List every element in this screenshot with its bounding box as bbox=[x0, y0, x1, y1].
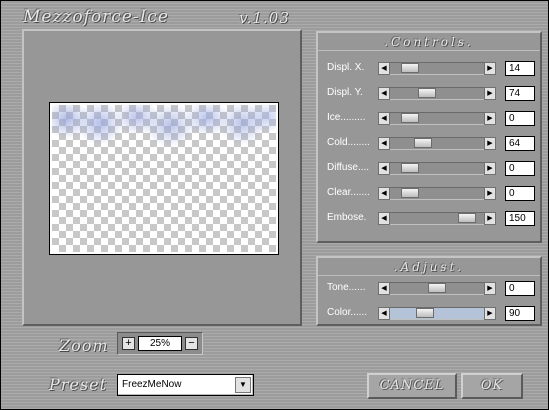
slider-label: Displ. Y. bbox=[327, 87, 363, 98]
triangle-right-icon[interactable]: ▶ bbox=[484, 307, 496, 320]
slider-thumb[interactable] bbox=[428, 283, 446, 293]
slider-track[interactable]: ◀ ▶ bbox=[378, 62, 496, 75]
preset-selected-value: FreezMeNow bbox=[122, 379, 182, 390]
slider-thumb[interactable] bbox=[457, 213, 476, 223]
slider-label: Embose. bbox=[327, 212, 367, 223]
slider-row: Cold........ ◀ ▶ 64 bbox=[318, 136, 540, 152]
triangle-left-icon[interactable]: ◀ bbox=[378, 112, 390, 125]
triangle-left-icon[interactable]: ◀ bbox=[378, 137, 390, 150]
slider-label: Displ. X. bbox=[327, 62, 365, 73]
slider-thumb[interactable] bbox=[401, 163, 420, 173]
triangle-right-icon[interactable]: ▶ bbox=[484, 212, 496, 225]
slider-row: Displ. Y. ◀ ▶ 74 bbox=[318, 86, 540, 102]
triangle-left-icon[interactable]: ◀ bbox=[378, 212, 390, 225]
triangle-right-icon[interactable]: ▶ bbox=[484, 62, 496, 75]
chevron-down-icon[interactable]: ▼ bbox=[235, 377, 251, 393]
slider-track[interactable]: ◀ ▶ bbox=[378, 307, 496, 320]
preview-panel bbox=[22, 29, 302, 326]
adjust-panel: .Adjust. Tone...... ◀ ▶ 0 Color...... ◀ ▶ 90 bbox=[316, 256, 542, 326]
slider-row: Ice......... ◀ ▶ 0 bbox=[318, 111, 540, 127]
ice-effect-preview bbox=[52, 105, 276, 151]
slider-track[interactable]: ◀ ▶ bbox=[378, 212, 496, 225]
triangle-right-icon[interactable]: ▶ bbox=[484, 87, 496, 100]
slider-label: Clear....... bbox=[327, 187, 370, 198]
slider-thumb[interactable] bbox=[418, 88, 437, 98]
slider-track[interactable]: ◀ ▶ bbox=[378, 282, 496, 295]
value-input[interactable]: 0 bbox=[505, 281, 535, 296]
zoom-control: + 25% − bbox=[117, 332, 203, 355]
slider-thumb[interactable] bbox=[401, 188, 420, 198]
window-title: Mezzoforce-Ice bbox=[23, 7, 169, 27]
zoom-value: 25% bbox=[138, 336, 182, 351]
value-input[interactable]: 14 bbox=[505, 61, 535, 76]
slider-track[interactable]: ◀ ▶ bbox=[378, 112, 496, 125]
value-input[interactable]: 0 bbox=[505, 111, 535, 126]
value-input[interactable]: 150 bbox=[505, 211, 535, 226]
value-input[interactable]: 0 bbox=[505, 186, 535, 201]
preview-image[interactable] bbox=[49, 102, 279, 255]
preset-dropdown[interactable]: FreezMeNow ▼ bbox=[117, 374, 254, 396]
slider-thumb[interactable] bbox=[414, 138, 433, 148]
slider-label: Ice......... bbox=[327, 112, 366, 123]
triangle-right-icon[interactable]: ▶ bbox=[484, 112, 496, 125]
cancel-button[interactable]: CANCEL bbox=[367, 373, 457, 399]
slider-label: Diffuse.... bbox=[327, 162, 370, 173]
slider-row: Diffuse.... ◀ ▶ 0 bbox=[318, 161, 540, 177]
slider-track[interactable]: ◀ ▶ bbox=[378, 187, 496, 200]
value-input[interactable]: 0 bbox=[505, 161, 535, 176]
zoom-out-button[interactable]: − bbox=[185, 337, 198, 350]
slider-track[interactable]: ◀ ▶ bbox=[378, 137, 496, 150]
slider-thumb[interactable] bbox=[415, 308, 434, 318]
slider-thumb[interactable] bbox=[400, 63, 419, 73]
adjust-header: .Adjust. bbox=[318, 260, 540, 276]
value-input[interactable]: 90 bbox=[505, 306, 535, 321]
triangle-left-icon[interactable]: ◀ bbox=[378, 282, 390, 295]
slider-row: Embose. ◀ ▶ 150 bbox=[318, 211, 540, 227]
triangle-right-icon[interactable]: ▶ bbox=[484, 137, 496, 150]
ok-button[interactable]: OK bbox=[461, 373, 523, 399]
slider-row: Clear....... ◀ ▶ 0 bbox=[318, 186, 540, 202]
plugin-window: Mezzoforce-Ice v.1.03 .Controls. Displ. … bbox=[0, 0, 549, 410]
slider-row: Color...... ◀ ▶ 90 bbox=[318, 306, 540, 322]
slider-track[interactable]: ◀ ▶ bbox=[378, 162, 496, 175]
triangle-left-icon[interactable]: ◀ bbox=[378, 187, 390, 200]
value-input[interactable]: 64 bbox=[505, 136, 535, 151]
slider-row: Displ. X. ◀ ▶ 14 bbox=[318, 61, 540, 77]
slider-row: Tone...... ◀ ▶ 0 bbox=[318, 281, 540, 297]
slider-thumb[interactable] bbox=[401, 113, 420, 123]
version-label: v.1.03 bbox=[239, 9, 290, 27]
triangle-left-icon[interactable]: ◀ bbox=[378, 307, 390, 320]
slider-track[interactable]: ◀ ▶ bbox=[378, 87, 496, 100]
triangle-left-icon[interactable]: ◀ bbox=[378, 162, 390, 175]
preset-label: Preset bbox=[49, 375, 107, 394]
controls-header: .Controls. bbox=[318, 35, 540, 51]
triangle-left-icon[interactable]: ◀ bbox=[378, 87, 390, 100]
slider-label: Color...... bbox=[327, 307, 368, 318]
slider-label: Tone...... bbox=[327, 282, 366, 293]
triangle-left-icon[interactable]: ◀ bbox=[378, 62, 390, 75]
controls-panel: .Controls. Displ. X. ◀ ▶ 14 Displ. Y. ◀ ▶ 74 Ice… bbox=[316, 31, 542, 243]
slider-label: Cold........ bbox=[327, 137, 370, 148]
zoom-label: Zoom bbox=[59, 336, 109, 355]
triangle-right-icon[interactable]: ▶ bbox=[484, 282, 496, 295]
value-input[interactable]: 74 bbox=[505, 86, 535, 101]
triangle-right-icon[interactable]: ▶ bbox=[484, 162, 496, 175]
triangle-right-icon[interactable]: ▶ bbox=[484, 187, 496, 200]
zoom-in-button[interactable]: + bbox=[122, 337, 135, 350]
